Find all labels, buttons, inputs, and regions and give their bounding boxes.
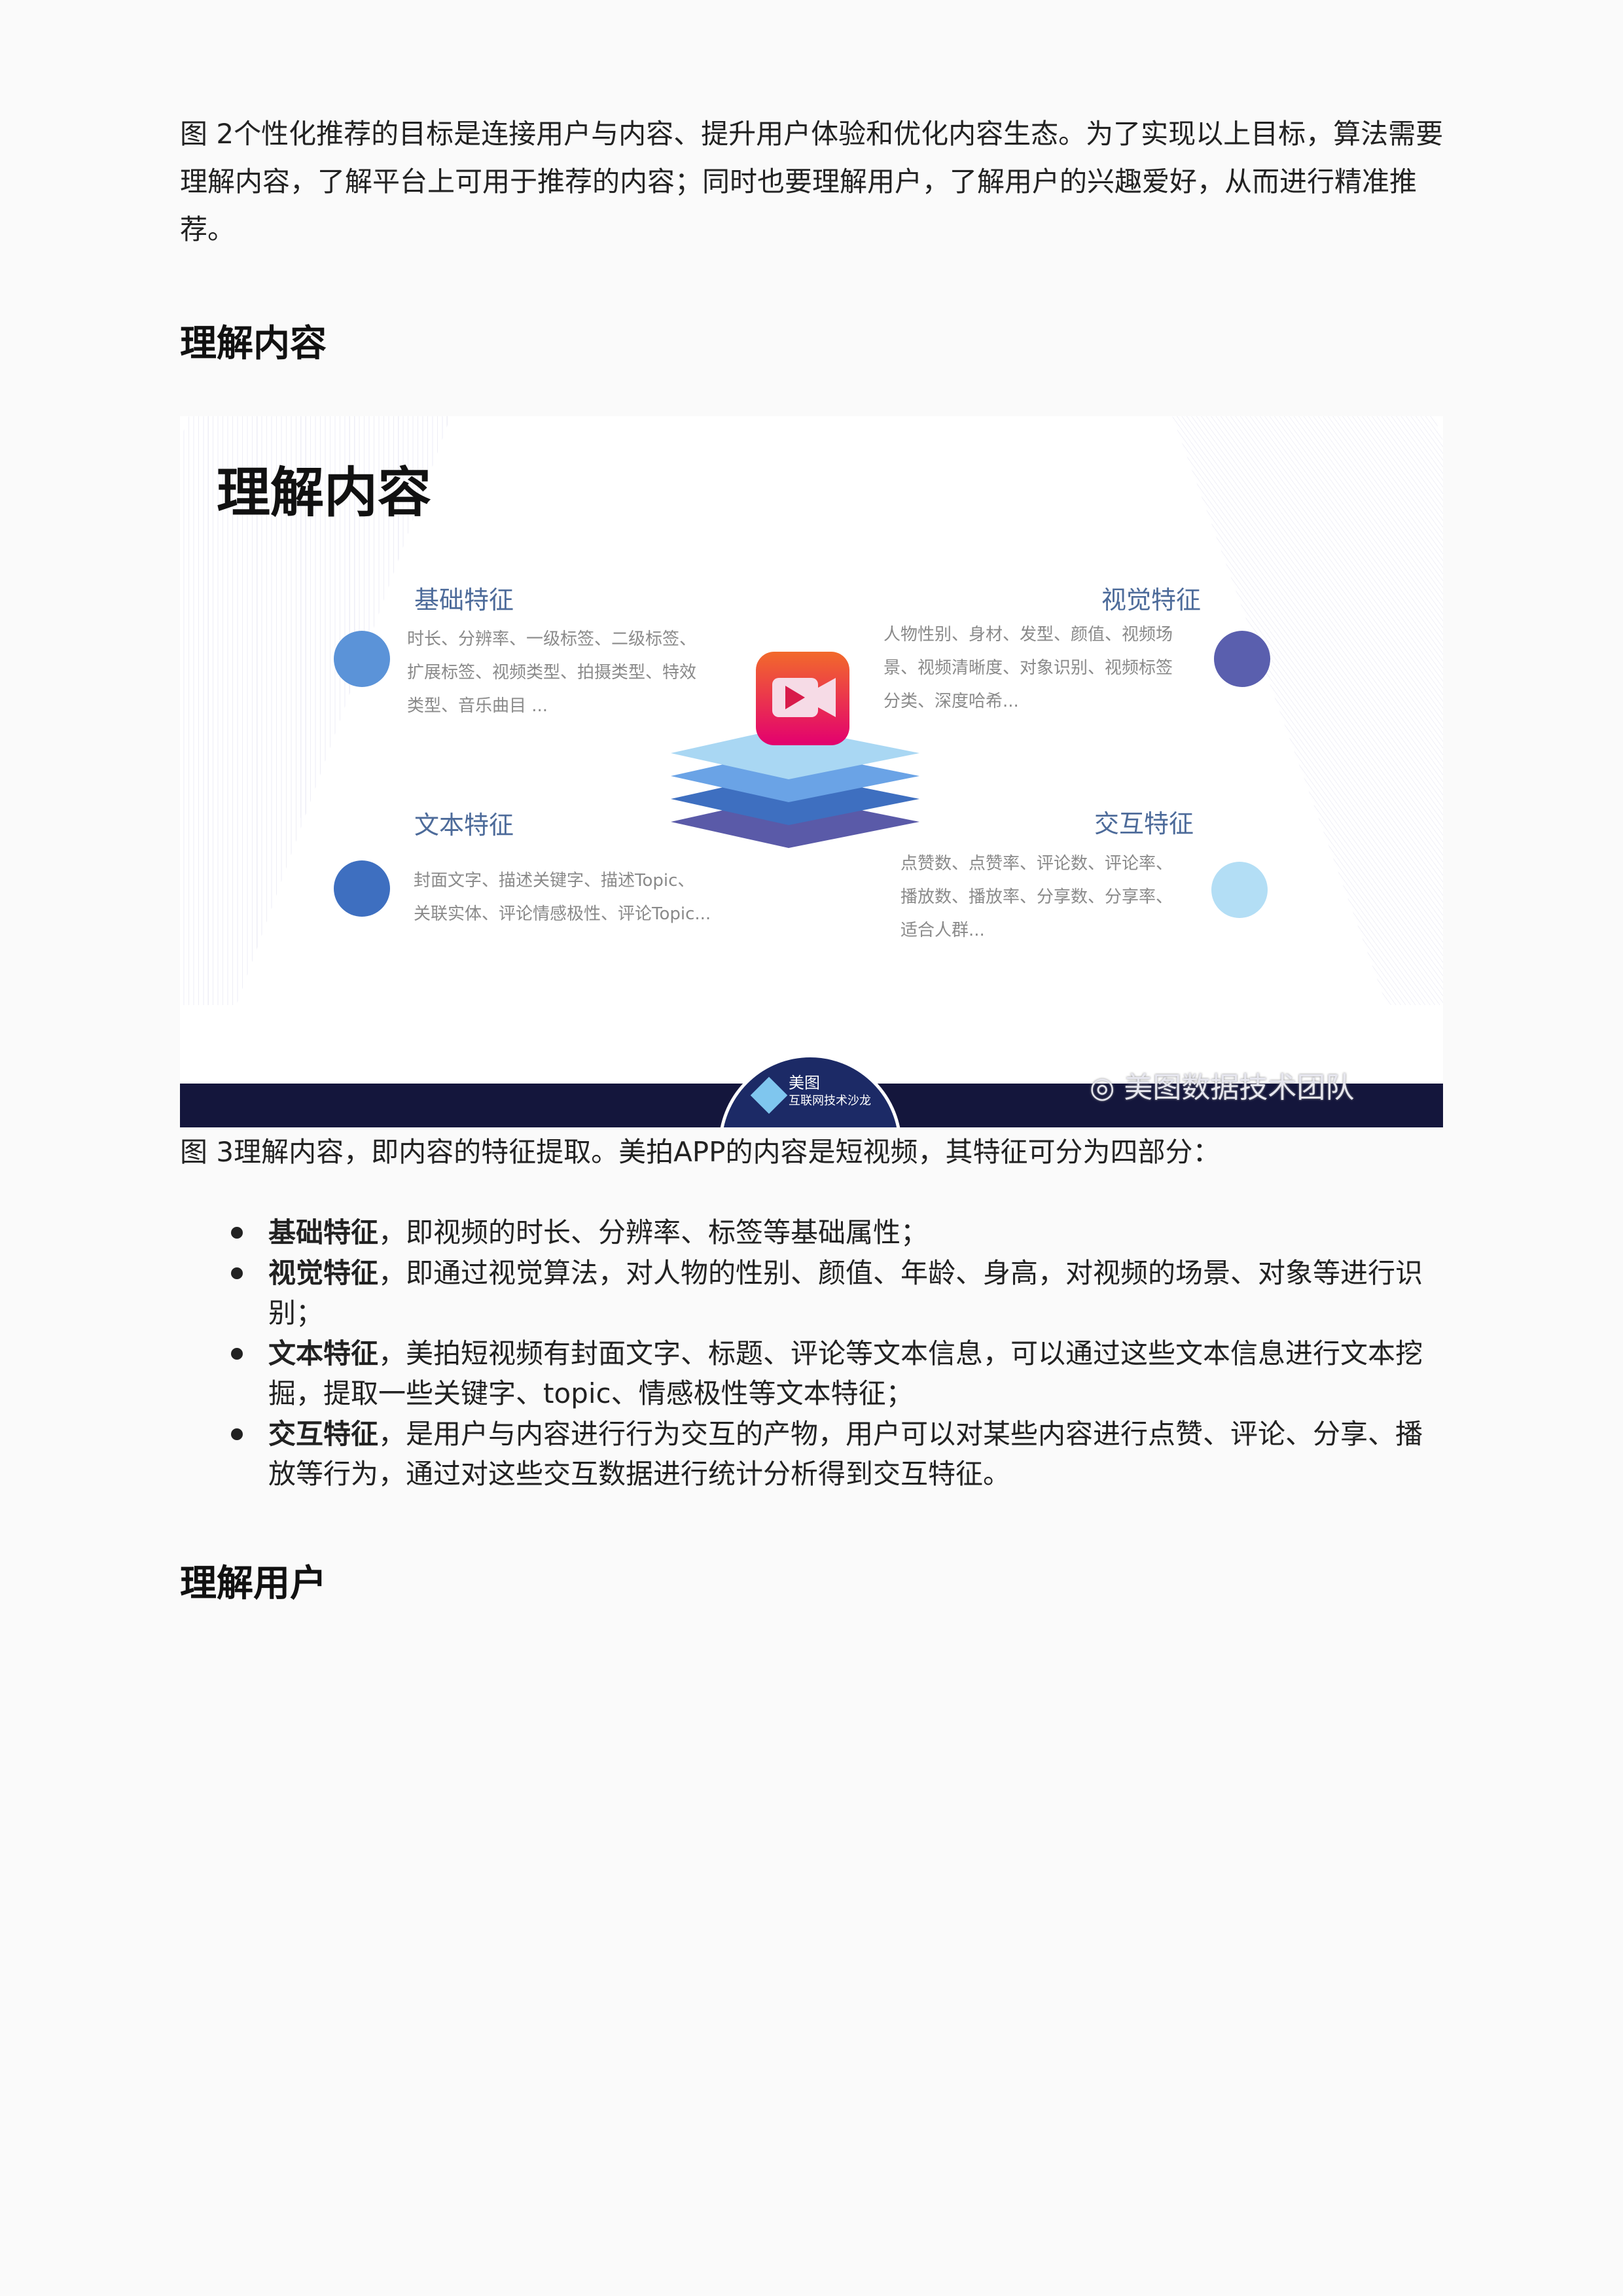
text-line: 类型、音乐曲目 ...	[407, 696, 548, 716]
figure-understand-content: 理解内容 基础特征 时长、分辨率、一级标签、二级标签、 扩展标签、视频类型、拍摄…	[180, 416, 1443, 1127]
text-line: 封面文字、描述关键字、描述Topic、	[414, 871, 695, 891]
bullet-icon	[231, 1428, 243, 1440]
text-feature-label: 文本特征	[414, 811, 514, 839]
text-line: 人物性别、身材、发型、颜值、视频场	[883, 625, 1173, 645]
list-item: 基础特征，即视频的时长、分辨率、标签等基础属性；	[223, 1212, 1446, 1252]
term: 视觉特征	[268, 1257, 379, 1289]
term: 基础特征	[268, 1216, 379, 1248]
list-item: 文本特征，美拍短视频有封面文字、标题、评论等文本信息，可以通过这些文本信息进行文…	[223, 1333, 1446, 1413]
term: 文本特征	[268, 1337, 379, 1369]
description: ，即通过视觉算法，对人物的性别、颜值、年龄、身高，对视频的场景、对象等进行识别；	[268, 1257, 1423, 1329]
figure-title: 理解内容	[217, 462, 432, 524]
decorative-lines-right	[1172, 416, 1443, 1005]
visual-feature-dot	[1214, 631, 1270, 687]
text-line: 关联实体、评论情感极性、评论Topic...	[414, 904, 711, 924]
text-feature-text: 封面文字、描述关键字、描述Topic、 关联实体、评论情感极性、评论Topic.…	[414, 864, 711, 931]
text-line: 适合人群...	[901, 921, 985, 940]
description: ，美拍短视频有封面文字、标题、评论等文本信息，可以通过这些文本信息进行文本挖掘，…	[268, 1337, 1423, 1409]
logo-text: 美图 互联网技术沙龙	[789, 1074, 871, 1110]
description: ，即视频的时长、分辨率、标签等基础属性；	[378, 1216, 929, 1248]
layer-stack-icon	[671, 652, 919, 848]
text-line: 点赞数、点赞率、评论数、评论率、	[901, 854, 1173, 874]
interaction-feature-label: 交互特征	[1094, 809, 1194, 838]
basic-feature-text: 时长、分辨率、一级标签、二级标签、 扩展标签、视频类型、拍摄类型、特效 类型、音…	[407, 623, 696, 723]
logo-line: 美图	[789, 1074, 820, 1092]
bullet-icon	[231, 1267, 243, 1279]
section-heading-user: 理解用户	[180, 1563, 327, 1605]
figure-caption: 图 3理解内容，即内容的特征提取。美拍APP的内容是短视频，其特征可分为四部分：	[180, 1136, 1221, 1168]
wechat-icon: ◎	[1090, 1071, 1124, 1104]
visual-feature-label: 视觉特征	[1101, 586, 1201, 614]
basic-feature-label: 基础特征	[414, 586, 514, 614]
text-line: 播放数、播放率、分享数、分享率、	[901, 887, 1173, 907]
section-heading-content: 理解内容	[180, 323, 327, 365]
feature-list: 基础特征，即视频的时长、分辨率、标签等基础属性； 视觉特征，即通过视觉算法，对人…	[223, 1212, 1446, 1494]
interaction-feature-text: 点赞数、点赞率、评论数、评论率、 播放数、播放率、分享数、分享率、 适合人群..…	[901, 847, 1173, 947]
interaction-feature-dot	[1211, 862, 1268, 918]
description: ，是用户与内容进行行为交互的产物，用户可以对某些内容进行点赞、评论、分享、播放等…	[268, 1418, 1423, 1490]
list-item: 交互特征，是用户与内容进行行为交互的产物，用户可以对某些内容进行点赞、评论、分享…	[223, 1414, 1446, 1494]
watermark-text: 美图数据技术团队	[1124, 1071, 1355, 1104]
text-line: 扩展标签、视频类型、拍摄类型、特效	[407, 663, 697, 682]
watermark: ◎ 美图数据技术团队	[1090, 1064, 1354, 1106]
text-line: 时长、分辨率、一级标签、二级标签、	[407, 629, 697, 649]
logo-line: 互联网技术沙龙	[789, 1094, 871, 1108]
bullet-icon	[231, 1348, 243, 1360]
bullet-icon	[231, 1227, 243, 1239]
term: 交互特征	[268, 1418, 379, 1450]
intro-paragraph: 图 2个性化推荐的目标是连接用户与内容、提升用户体验和优化内容生态。为了实现以上…	[180, 118, 1444, 245]
basic-feature-dot	[334, 631, 390, 687]
text-feature-dot	[334, 860, 390, 917]
list-item: 视觉特征，即通过视觉算法，对人物的性别、颜值、年龄、身高，对视频的场景、对象等进…	[223, 1253, 1446, 1333]
